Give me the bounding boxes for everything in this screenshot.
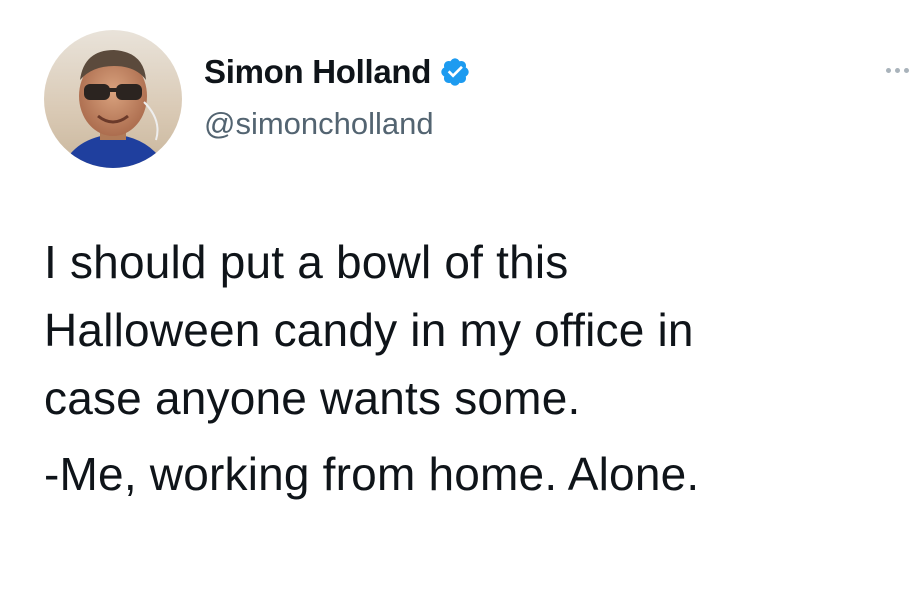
tweet-line-1: I should put a bowl of this [44, 236, 569, 288]
tweet-card: Simon Holland @simoncholland I should pu… [0, 0, 924, 610]
tweet-paragraph: I should put a bowl of this Halloween ca… [44, 228, 904, 432]
avatar[interactable] [44, 30, 182, 168]
tweet-line-3: case anyone wants some. [44, 372, 581, 424]
tweet-line-2: Halloween candy in my office in [44, 304, 694, 356]
profile-photo-icon [44, 30, 182, 168]
tweet-signoff-line: -Me, working from home. Alone. [44, 448, 700, 500]
verified-badge-icon [439, 56, 471, 88]
user-handle[interactable]: @simoncholland [204, 104, 434, 144]
dot [895, 67, 900, 73]
tweet-signoff: -Me, working from home. Alone. [44, 440, 904, 508]
tweet-text: I should put a bowl of this Halloween ca… [44, 228, 904, 508]
author-name-row: Simon Holland [204, 52, 471, 92]
dot [904, 67, 909, 73]
more-options-icon[interactable] [886, 64, 916, 76]
dot [886, 67, 891, 73]
display-name[interactable]: Simon Holland [204, 52, 431, 92]
